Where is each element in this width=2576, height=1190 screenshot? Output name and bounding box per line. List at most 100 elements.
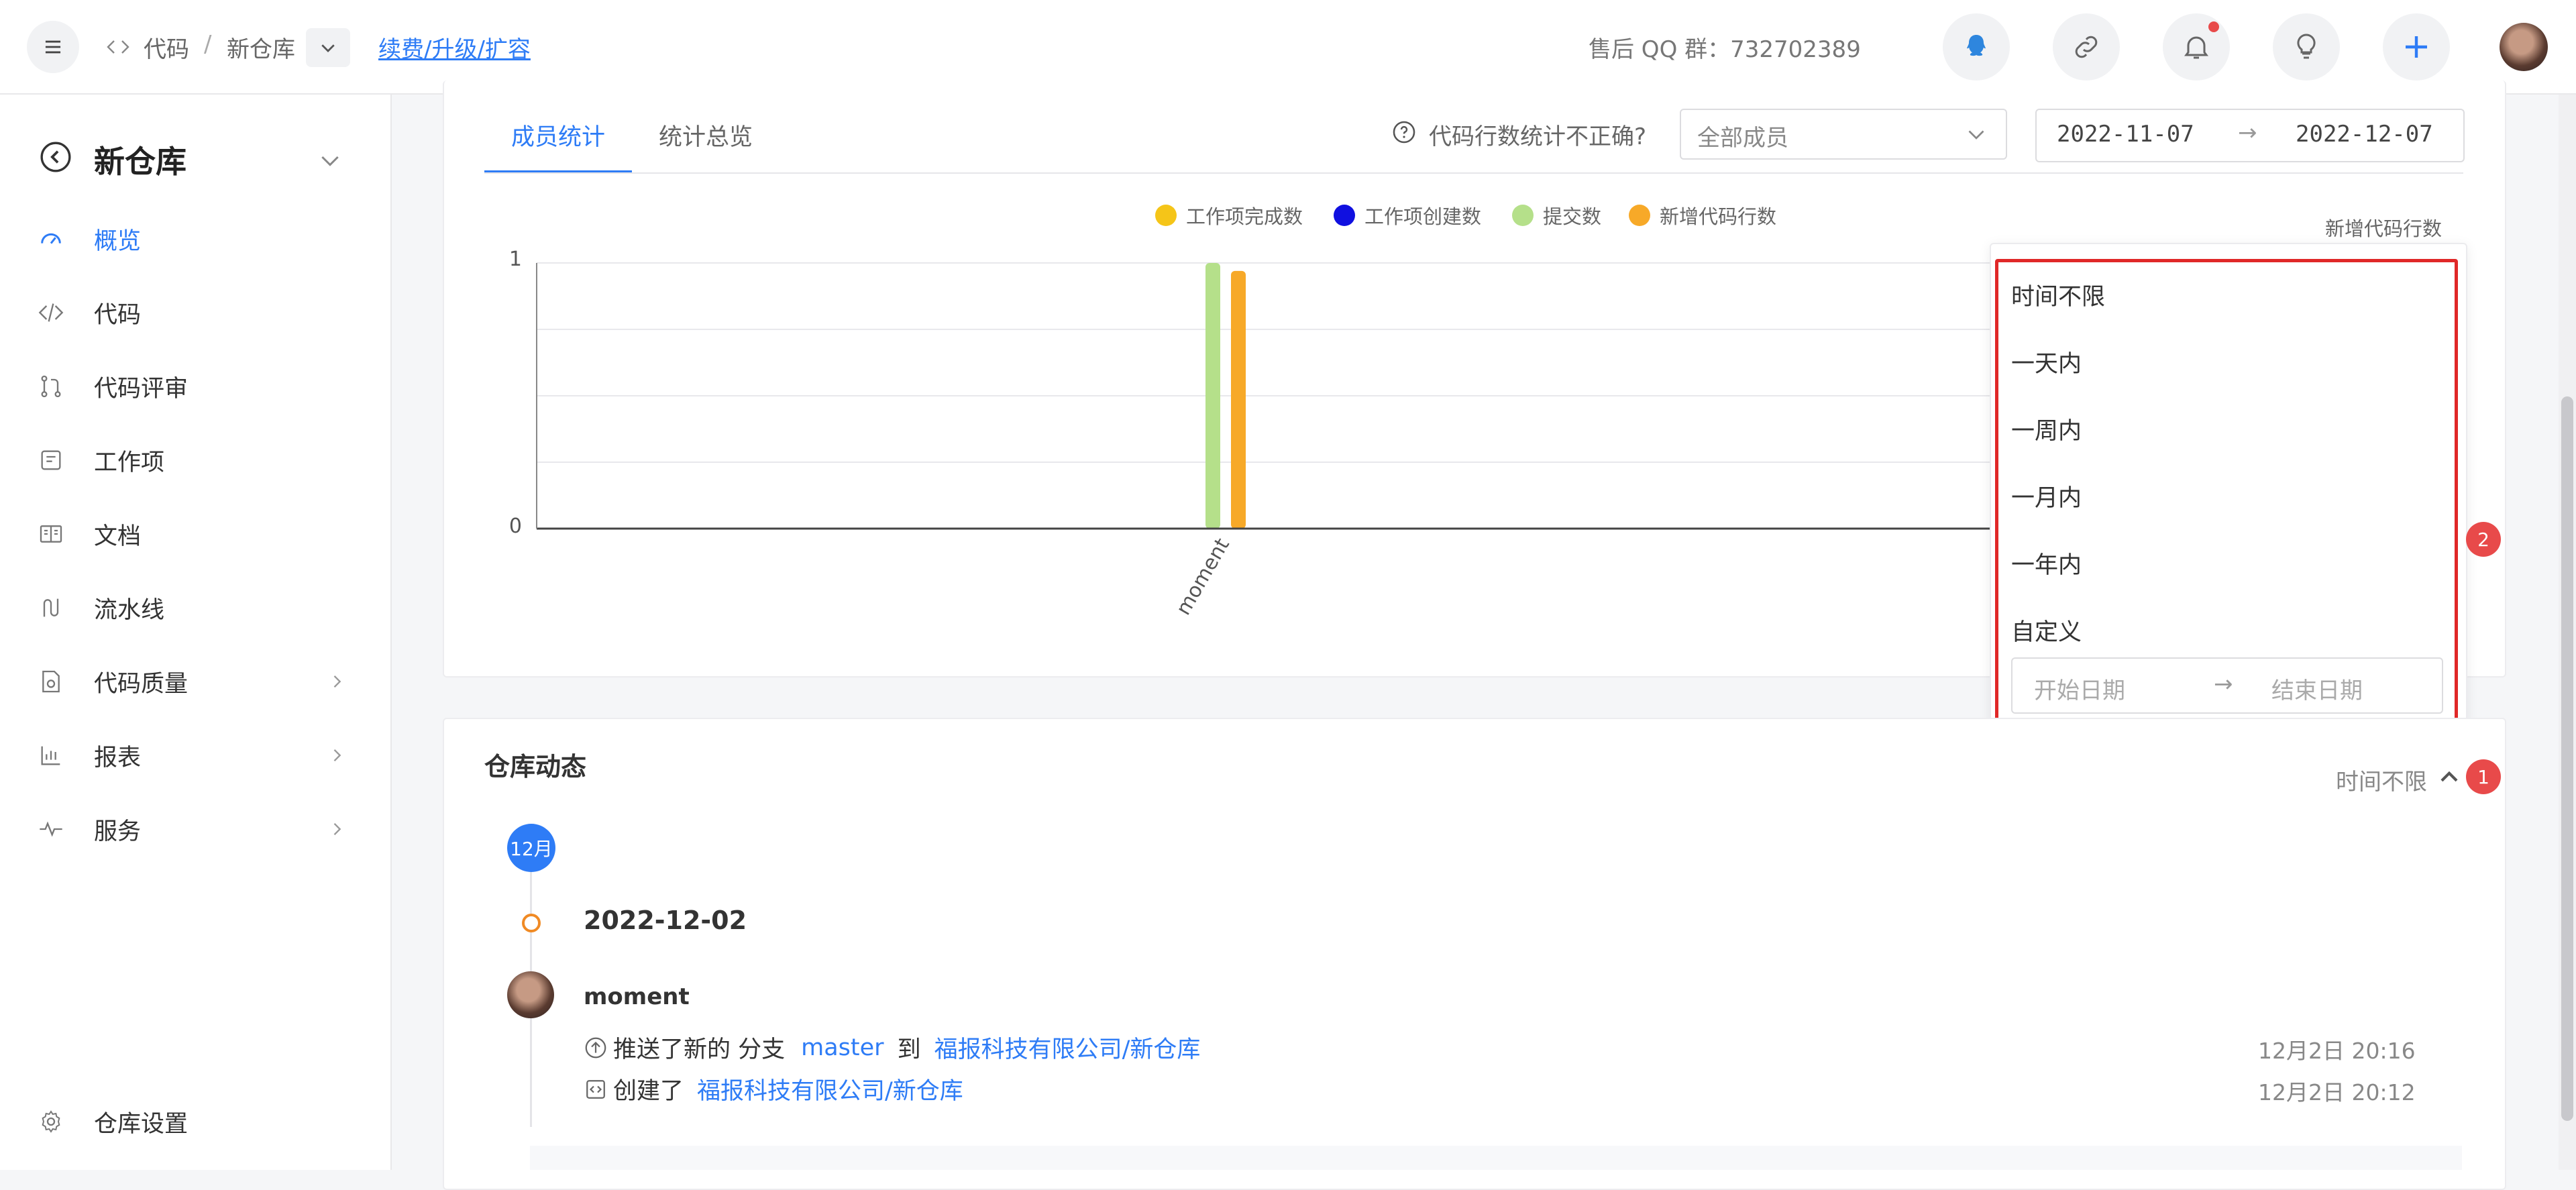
plus-icon [2406, 36, 2427, 58]
dropdown-option[interactable]: 一天内 [2011, 345, 2082, 379]
quality-icon [42, 670, 60, 693]
dropdown-option[interactable]: 一周内 [2011, 412, 2082, 446]
activity-time: 12月2日 20:12 [2258, 1079, 2416, 1105]
sidebar-item-overview[interactable]: 概览 [0, 202, 390, 276]
code-icon [38, 303, 64, 322]
dropdown-option[interactable]: 一月内 [2011, 479, 2082, 513]
user-avatar[interactable] [2500, 23, 2548, 71]
annotation-badge-1: 1 [2466, 759, 2501, 794]
legend-label: 新增代码行数 [1660, 205, 1777, 228]
breadcrumb-code[interactable]: 代码 [144, 31, 189, 64]
tab-divider [484, 172, 2463, 174]
chevron-down-icon[interactable] [317, 147, 343, 174]
activity-action: 推送了新的 分支 [613, 1036, 786, 1063]
link-button[interactable] [2053, 13, 2120, 80]
sidebar-item-pipeline[interactable]: 流水线 [0, 571, 390, 645]
dropdown-option[interactable]: 一年内 [2011, 546, 2082, 580]
dropdown-option[interactable]: 时间不限 [2011, 278, 2105, 312]
scrollbar-thumb[interactable] [2561, 396, 2573, 1121]
sidebar-item-docs[interactable]: 文档 [0, 497, 390, 571]
branch-link[interactable]: master [801, 1034, 883, 1061]
menu-button[interactable] [27, 21, 79, 73]
tab-stats-overview[interactable]: 统计总览 [659, 118, 753, 152]
sidebar: 新仓库 概览 代码 代码评审 工作项 文档 流水线 代码质量 报表 服务 仓库设… [0, 95, 392, 1170]
sidebar-item-services[interactable]: 服务 [0, 792, 390, 866]
chevron-down-icon [1968, 130, 1984, 140]
y-tick-label: 0 [509, 515, 522, 538]
chevron-right-icon [333, 749, 341, 761]
start-date-input[interactable]: 开始日期 [2034, 672, 2125, 705]
breadcrumb-repo[interactable]: 新仓库 [227, 31, 295, 64]
activity-panel [443, 718, 2506, 1190]
sidebar-item-code[interactable]: 代码 [0, 276, 390, 349]
tips-button[interactable] [2273, 13, 2340, 80]
sidebar-item-reports[interactable]: 报表 [0, 718, 390, 792]
activity-action: 创建了 [613, 1078, 684, 1105]
bar[interactable] [1231, 270, 1246, 529]
date-end[interactable]: 2022-12-07 [2296, 121, 2433, 148]
activity-row-create: 创建了 福报科技有限公司/新仓库 [584, 1072, 963, 1106]
sidebar-item-settings[interactable]: 仓库设置 [0, 1085, 390, 1158]
question-circle-icon[interactable] [1391, 119, 1417, 145]
tab-member-stats[interactable]: 成员统计 [511, 118, 605, 152]
member-select[interactable]: 全部成员 [1680, 109, 2007, 160]
legend-dot [1334, 205, 1355, 226]
dashboard-icon [41, 233, 61, 244]
renew-link[interactable]: 续费/升级/扩容 [378, 31, 531, 64]
service-icon [40, 821, 62, 837]
scrollbar-track[interactable] [2559, 95, 2576, 1170]
sidebar-item-label: 仓库设置 [94, 1110, 189, 1138]
legend-label: 工作项创建数 [1364, 205, 1482, 228]
dropdown-option[interactable]: 自定义 [2011, 613, 2082, 647]
activity-user[interactable]: moment [584, 983, 690, 1010]
sidebar-item-label: 概览 [94, 227, 142, 255]
legend-dot [1629, 205, 1650, 226]
bar[interactable] [1205, 263, 1220, 529]
end-date-input[interactable]: 结束日期 [2271, 672, 2363, 705]
sidebar-item-label: 工作项 [94, 449, 165, 476]
date-start[interactable]: 2022-11-07 [2057, 121, 2194, 148]
timeline-dot [522, 914, 541, 932]
activity-user-avatar[interactable] [507, 971, 554, 1018]
qq-icon [1967, 35, 1986, 56]
chevron-down-icon [321, 44, 335, 52]
right-axis-label: 新增代码行数 [2325, 217, 2443, 240]
member-stats-chart: 1 0 moment [509, 248, 1992, 619]
legend-item[interactable]: 新增代码行数 [1629, 201, 1776, 229]
repo-switch-button[interactable] [306, 28, 350, 67]
pipeline-icon [43, 598, 59, 617]
date-range-picker[interactable]: 2022-11-07 → 2022-12-07 [2035, 109, 2465, 162]
sidebar-item-label: 流水线 [94, 596, 165, 624]
custom-date-range: 开始日期 → 结束日期 [2011, 657, 2443, 714]
report-icon [41, 746, 60, 765]
lightbulb-icon [2297, 34, 2316, 59]
date-arrow: → [2238, 119, 2257, 146]
activity-time-filter[interactable]: 时间不限 [2336, 763, 2427, 796]
repo-link[interactable]: 福报科技有限公司/新仓库 [934, 1030, 1201, 1065]
x-category-label: moment [1172, 534, 1234, 619]
date-arrow: → [2214, 671, 2233, 698]
notifications-button[interactable] [2163, 13, 2230, 80]
link-icon [2075, 36, 2098, 58]
line-count-help[interactable]: 代码行数统计不正确? [1429, 118, 1646, 151]
chevron-right-icon [333, 675, 341, 688]
sidebar-item-work-items[interactable]: 工作项 [0, 423, 390, 497]
support-button[interactable] [1943, 13, 2010, 80]
back-circle-icon[interactable] [39, 140, 72, 174]
sidebar-item-code-quality[interactable]: 代码质量 [0, 645, 390, 718]
chevron-up-icon[interactable] [2436, 765, 2462, 790]
gear-icon [42, 1110, 60, 1133]
legend-item[interactable]: 工作项创建数 [1334, 201, 1481, 229]
sidebar-item-label: 文档 [94, 523, 142, 550]
chevron-right-icon [333, 823, 341, 835]
legend-dot [1512, 205, 1534, 226]
merge-request-icon [41, 375, 61, 398]
legend-item[interactable]: 提交数 [1512, 201, 1601, 229]
hamburger-icon [45, 40, 61, 54]
legend-item[interactable]: 工作项完成数 [1155, 201, 1303, 229]
activity-date: 2022-12-02 [584, 906, 747, 935]
repo-link[interactable]: 福报科技有限公司/新仓库 [697, 1072, 963, 1106]
create-button[interactable] [2383, 13, 2450, 80]
sidebar-item-label: 报表 [94, 744, 142, 771]
sidebar-item-code-review[interactable]: 代码评审 [0, 349, 390, 423]
